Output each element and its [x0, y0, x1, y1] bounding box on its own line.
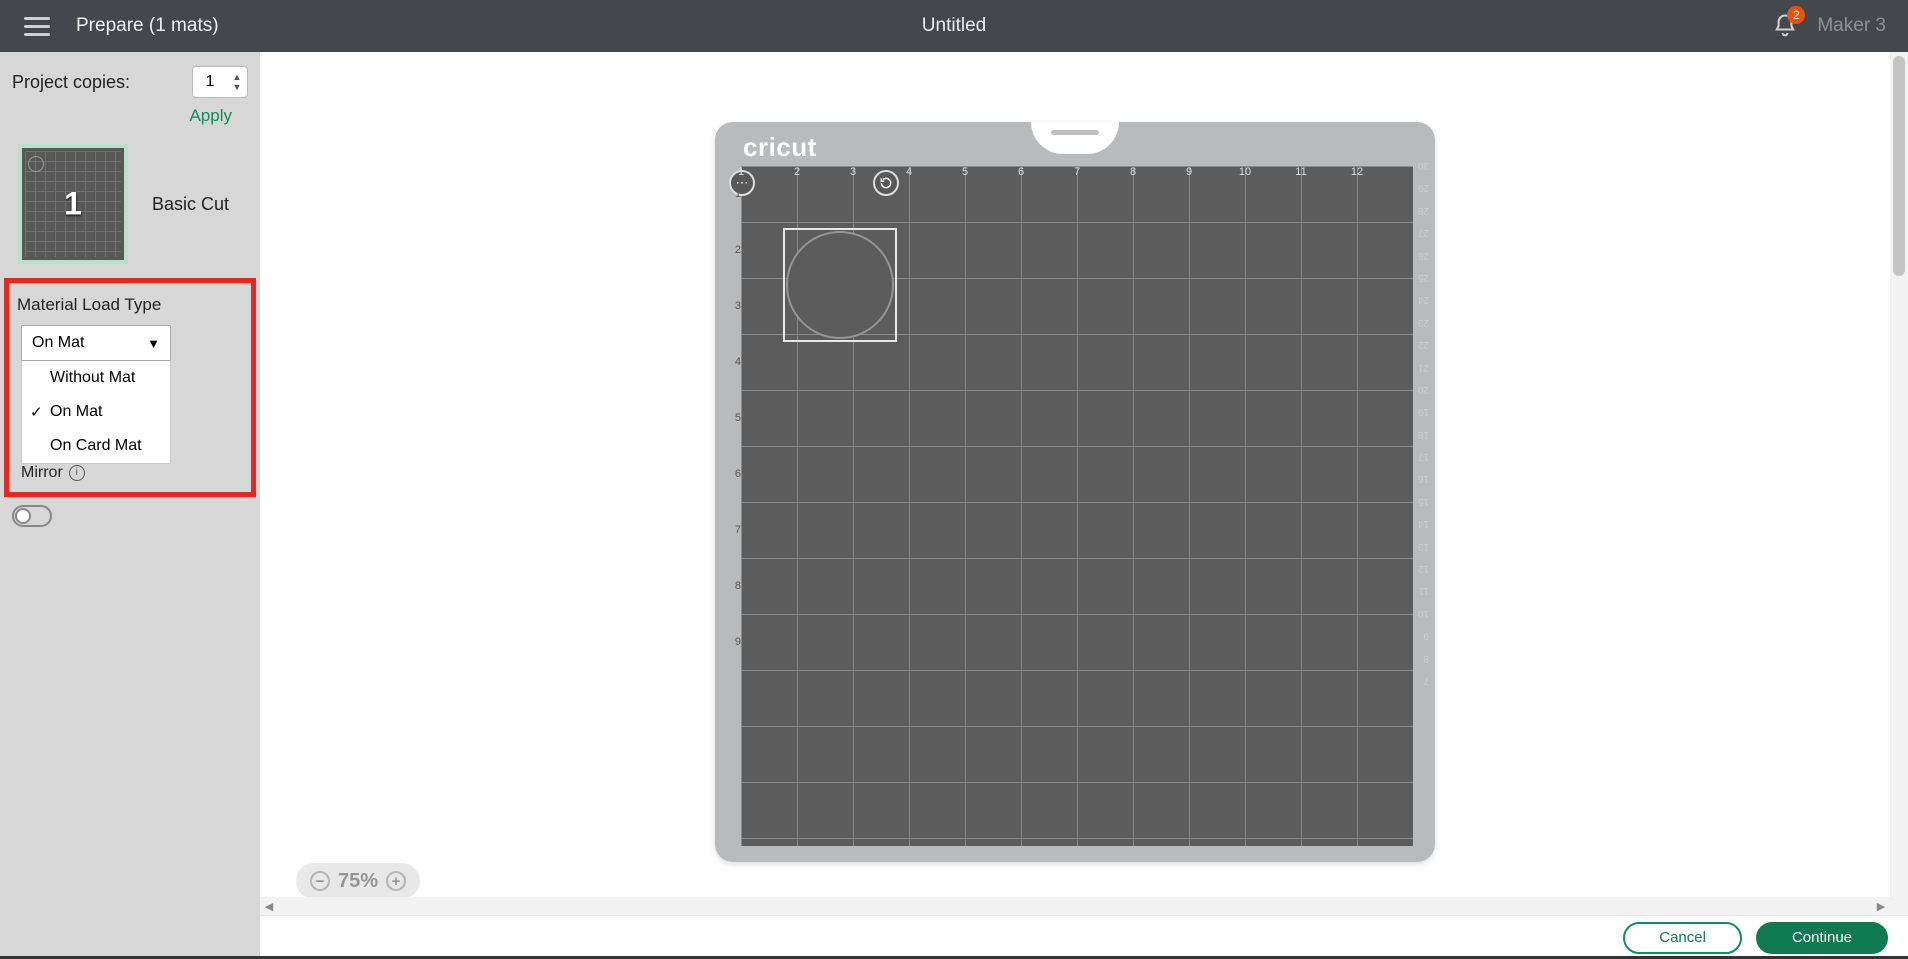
notifications-button[interactable]: 2 [1771, 12, 1799, 40]
selection-bounding-box[interactable] [783, 228, 897, 342]
apply-button[interactable]: Apply [189, 106, 232, 125]
ruler-top: 12 34 56 78 910 1112 [741, 166, 1413, 182]
scroll-left-icon[interactable]: ◀ [260, 900, 278, 913]
ruler-right: 3029 2827 2625 2423 2221 2019 1817 1615 … [1411, 166, 1429, 703]
cancel-button[interactable]: Cancel [1623, 922, 1742, 954]
sidebar: Project copies: ▲ ▼ Apply 1 Basic Cut Ma… [0, 52, 260, 959]
vertical-scrollbar[interactable] [1890, 52, 1908, 915]
mirror-label: Mirror [21, 464, 63, 482]
canvas-area: cricut ⋯ 12 [260, 52, 1908, 959]
material-load-type-select[interactable]: On Mat ▼ [21, 325, 171, 361]
mat-brand-label: cricut [743, 132, 817, 163]
shape-circle[interactable] [786, 231, 894, 339]
mat-thumbnail: 1 [18, 144, 128, 264]
footer-bar: Cancel Continue [260, 915, 1908, 959]
horizontal-scrollbar[interactable]: ◀ ▶ [260, 897, 1890, 915]
continue-button[interactable]: Continue [1756, 922, 1888, 954]
device-label[interactable]: Maker 3 [1817, 15, 1886, 37]
option-on-card-mat[interactable]: On Card Mat [22, 429, 170, 463]
material-load-type-value: On Mat [32, 334, 84, 352]
scroll-right-icon[interactable]: ▶ [1872, 900, 1890, 913]
mat-handle-icon [1031, 122, 1119, 154]
option-without-mat[interactable]: Without Mat [22, 361, 170, 395]
mirror-toggle[interactable] [12, 505, 52, 527]
zoom-out-button[interactable]: − [310, 871, 330, 891]
project-copies-stepper[interactable]: ▲ ▼ [192, 66, 248, 98]
mat-number: 1 [64, 186, 82, 223]
material-load-type-dropdown: Without Mat On Mat On Card Mat [21, 361, 171, 464]
menu-icon[interactable] [24, 10, 56, 42]
zoom-control: − 75% + [296, 863, 420, 899]
chevron-down-icon: ▼ [147, 336, 160, 351]
notification-badge: 2 [1787, 6, 1805, 24]
material-load-type-label: Material Load Type [9, 283, 251, 325]
stepper-down-icon[interactable]: ▼ [229, 82, 245, 92]
mat-name-label: Basic Cut [152, 194, 229, 215]
document-title[interactable]: Untitled [922, 15, 986, 37]
info-icon[interactable]: i [69, 465, 85, 481]
option-on-mat[interactable]: On Mat [22, 395, 170, 429]
top-bar: Prepare (1 mats) Untitled 2 Maker 3 [0, 0, 1908, 52]
stepper-up-icon[interactable]: ▲ [229, 72, 245, 82]
project-copies-label: Project copies: [12, 72, 184, 93]
cutting-mat[interactable]: cricut ⋯ 12 [715, 122, 1435, 862]
material-load-type-panel: Material Load Type On Mat ▼ Without Mat … [4, 278, 256, 497]
zoom-in-button[interactable]: + [386, 871, 406, 891]
mat-grid [741, 166, 1413, 846]
ruler-left: 12 34 56 78 9 [723, 166, 741, 670]
zoom-level: 75% [338, 870, 378, 893]
mat-list-item[interactable]: 1 Basic Cut [0, 136, 260, 278]
page-title: Prepare (1 mats) [76, 15, 219, 37]
project-copies-input[interactable] [193, 73, 227, 91]
